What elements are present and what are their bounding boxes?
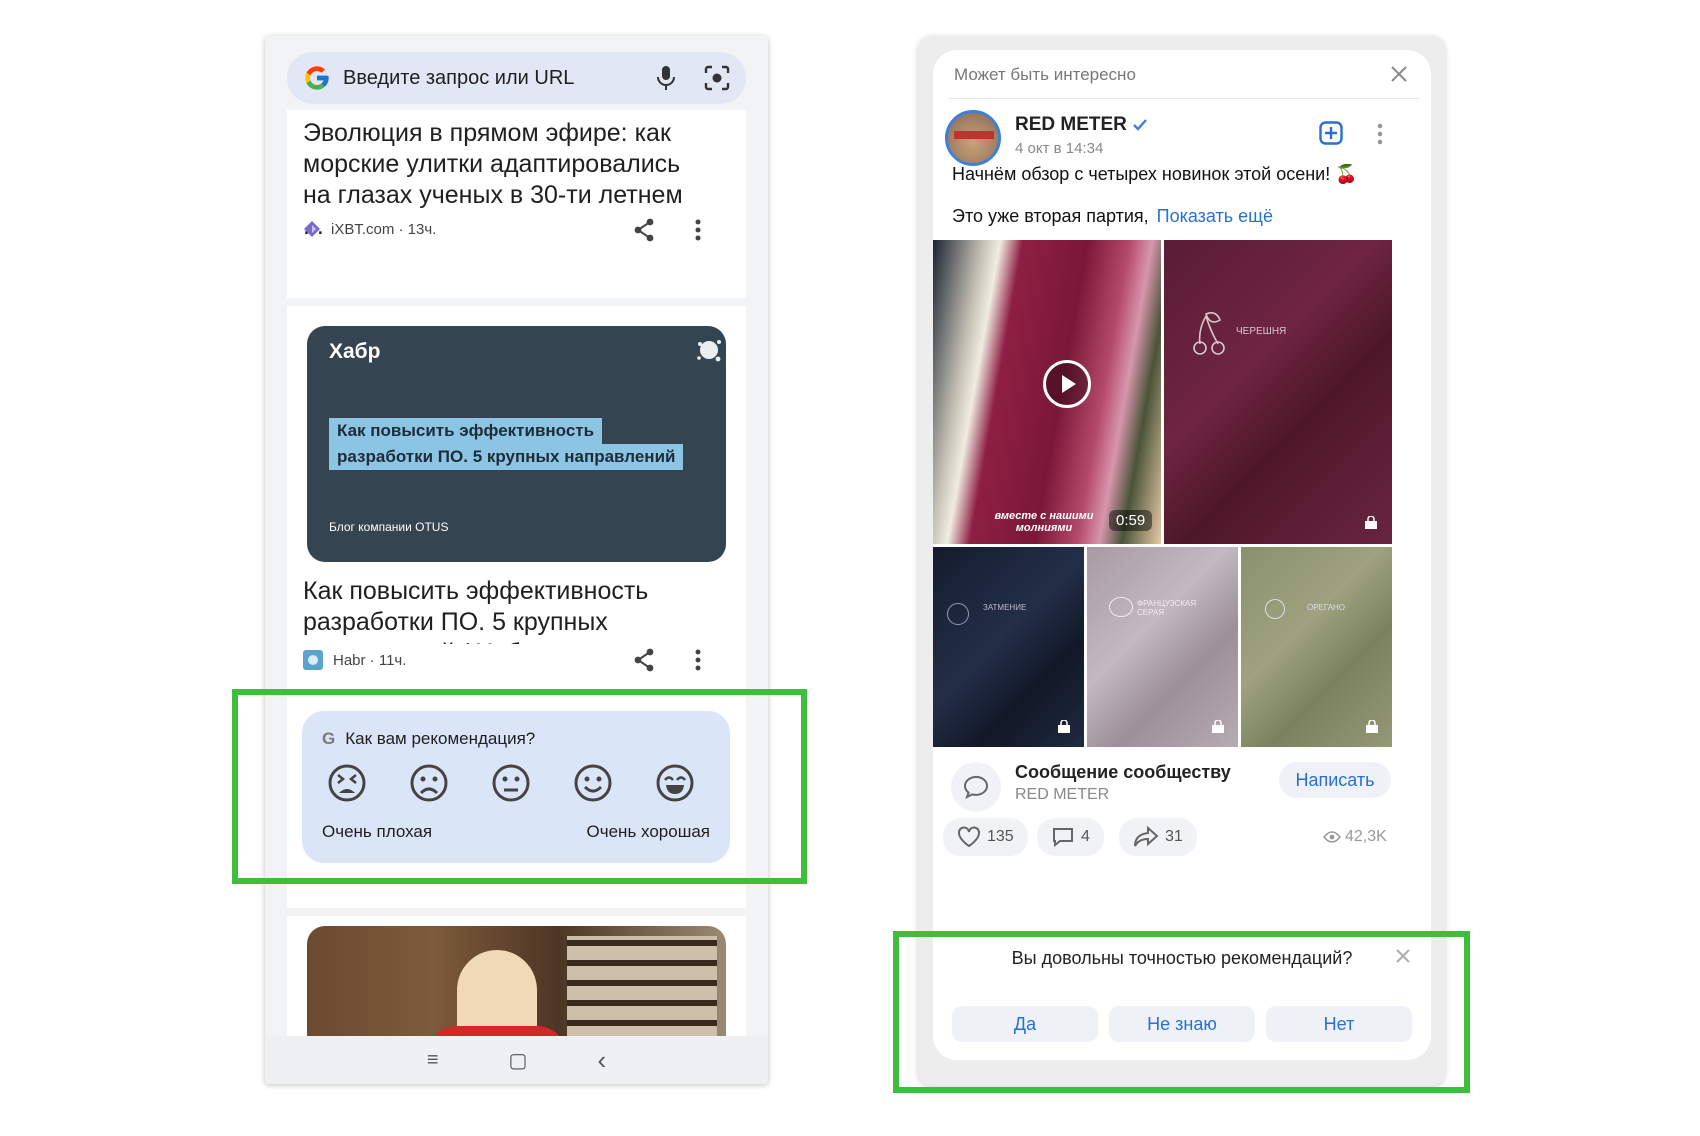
shopping-bag-icon bbox=[1365, 720, 1379, 734]
ixbt-logo-icon bbox=[303, 220, 321, 238]
views-counter: 42,3K bbox=[1323, 828, 1387, 846]
shopping-bag-icon bbox=[1364, 516, 1378, 530]
share-button[interactable]: 31 bbox=[1119, 818, 1197, 856]
play-icon[interactable] bbox=[1061, 374, 1077, 394]
like-button[interactable]: 135 bbox=[943, 818, 1028, 856]
photo-eclipse[interactable]: ЗАТМЕНИЕ bbox=[933, 547, 1084, 747]
article-source: Habr · 11ч. bbox=[333, 651, 407, 669]
eye-icon bbox=[1323, 831, 1341, 843]
google-logo-icon bbox=[303, 64, 331, 92]
article-image[interactable]: Хабр Как повысить эффективность разработ… bbox=[307, 326, 726, 562]
label-french: ФРАНЦУЗСКАЯ СЕРАЯ bbox=[1137, 599, 1197, 617]
post-date: 4 окт в 14:34 bbox=[1015, 140, 1104, 157]
video-duration: 0:59 bbox=[1109, 510, 1153, 531]
article-card-habr[interactable]: Хабр Как повысить эффективность разработ… bbox=[287, 306, 746, 667]
label-eclipse: ЗАТМЕНИЕ bbox=[983, 603, 1027, 612]
label-cherry: ЧЕРЕШНЯ bbox=[1236, 326, 1287, 337]
message-subtitle: RED METER bbox=[1015, 786, 1110, 803]
video-caption: вместе с нашими молниями bbox=[994, 510, 1094, 534]
home-nav-button[interactable]: ▢ bbox=[509, 1048, 528, 1073]
highlight-frame-left bbox=[232, 689, 807, 884]
label-oregano: ОРЕГАНО bbox=[1307, 603, 1346, 612]
photo-french-grey[interactable]: ФРАНЦУЗСКАЯ СЕРАЯ bbox=[1087, 547, 1238, 747]
left-phone-screen: Введите запрос или URL Эволюция в прямом… bbox=[265, 36, 768, 1084]
verified-check-icon bbox=[1133, 119, 1147, 131]
search-bar[interactable]: Введите запрос или URL bbox=[287, 52, 746, 104]
share-icon[interactable] bbox=[633, 648, 655, 672]
comment-button[interactable]: 4 bbox=[1037, 818, 1104, 856]
divider bbox=[949, 98, 1419, 99]
chat-bubble-icon bbox=[963, 775, 989, 799]
article-meta-row: Habr · 11ч. bbox=[287, 644, 746, 690]
post-text: Это уже вторая партия, bbox=[952, 206, 1149, 226]
habr-logo-icon bbox=[303, 650, 323, 670]
message-icon-circle bbox=[951, 762, 1001, 812]
article-meta: Habr · 11ч. bbox=[303, 650, 406, 670]
close-icon[interactable] bbox=[1391, 66, 1407, 82]
recommendation-post-card: Может быть интересно RED METER 4 окт в 1… bbox=[933, 50, 1431, 1060]
subscribe-plus-icon[interactable] bbox=[1319, 121, 1343, 145]
microphone-icon[interactable] bbox=[656, 65, 676, 91]
section-header: Может быть интересно bbox=[954, 65, 1136, 84]
image-headline: Как повысить эффективность разработки ПО… bbox=[329, 418, 684, 470]
photo-cherry[interactable]: ЧЕРЕШНЯ bbox=[1164, 240, 1392, 544]
post-text-line1: Начнём обзор с четырех новинок этой осен… bbox=[952, 164, 1358, 184]
more-options-icon[interactable] bbox=[1377, 123, 1383, 145]
system-nav-bar: ≡ ▢ ‹ bbox=[265, 1036, 768, 1084]
lens-camera-icon[interactable] bbox=[704, 65, 730, 91]
splash-icon bbox=[695, 336, 723, 364]
write-message-button[interactable]: Написать bbox=[1279, 762, 1391, 798]
image-footer: Блог компании OTUS bbox=[329, 520, 449, 534]
share-arrow-icon bbox=[1133, 826, 1159, 848]
image-headline-line1: Как повысить эффективность bbox=[329, 418, 603, 444]
comment-count: 4 bbox=[1081, 828, 1090, 845]
photo-oregano[interactable]: ОРЕГАНО bbox=[1241, 547, 1392, 747]
search-placeholder: Введите запрос или URL bbox=[343, 66, 575, 89]
more-options-icon[interactable] bbox=[695, 219, 701, 241]
menu-nav-button[interactable]: ≡ bbox=[427, 1049, 439, 1072]
show-more-link[interactable]: Показать ещё bbox=[1157, 206, 1273, 227]
article-source: iXBT.com · 13ч. bbox=[331, 220, 437, 238]
cherry-logo-icon bbox=[1186, 310, 1230, 356]
share-icon[interactable] bbox=[633, 218, 655, 242]
share-count: 31 bbox=[1165, 828, 1183, 845]
back-nav-button[interactable]: ‹ bbox=[597, 1045, 606, 1076]
message-title: Сообщение сообществу bbox=[1015, 762, 1231, 782]
highlight-frame-right bbox=[893, 931, 1470, 1093]
article-card-ixbt[interactable]: Эволюция в прямом эфире: как морские ули… bbox=[287, 110, 746, 298]
shopping-bag-icon bbox=[1057, 720, 1071, 734]
author-name[interactable]: RED METER bbox=[1015, 114, 1127, 136]
shopping-bag-icon bbox=[1211, 720, 1225, 734]
views-count: 42,3K bbox=[1345, 828, 1387, 845]
comment-icon bbox=[1051, 826, 1075, 848]
habr-brand: Хабр bbox=[329, 340, 381, 363]
post-text-line2: Это уже вторая партия, Показать ещё bbox=[952, 206, 1273, 227]
like-count: 135 bbox=[987, 828, 1014, 845]
image-headline-line2: разработки ПО. 5 крупных направлений bbox=[329, 444, 684, 470]
author-avatar[interactable] bbox=[945, 110, 1001, 166]
heart-icon bbox=[957, 826, 981, 848]
author-row: RED METER bbox=[1015, 114, 1147, 136]
more-options-icon[interactable] bbox=[695, 649, 701, 671]
video-thumbnail[interactable]: вместе с нашими молниями 0:59 bbox=[933, 240, 1161, 544]
